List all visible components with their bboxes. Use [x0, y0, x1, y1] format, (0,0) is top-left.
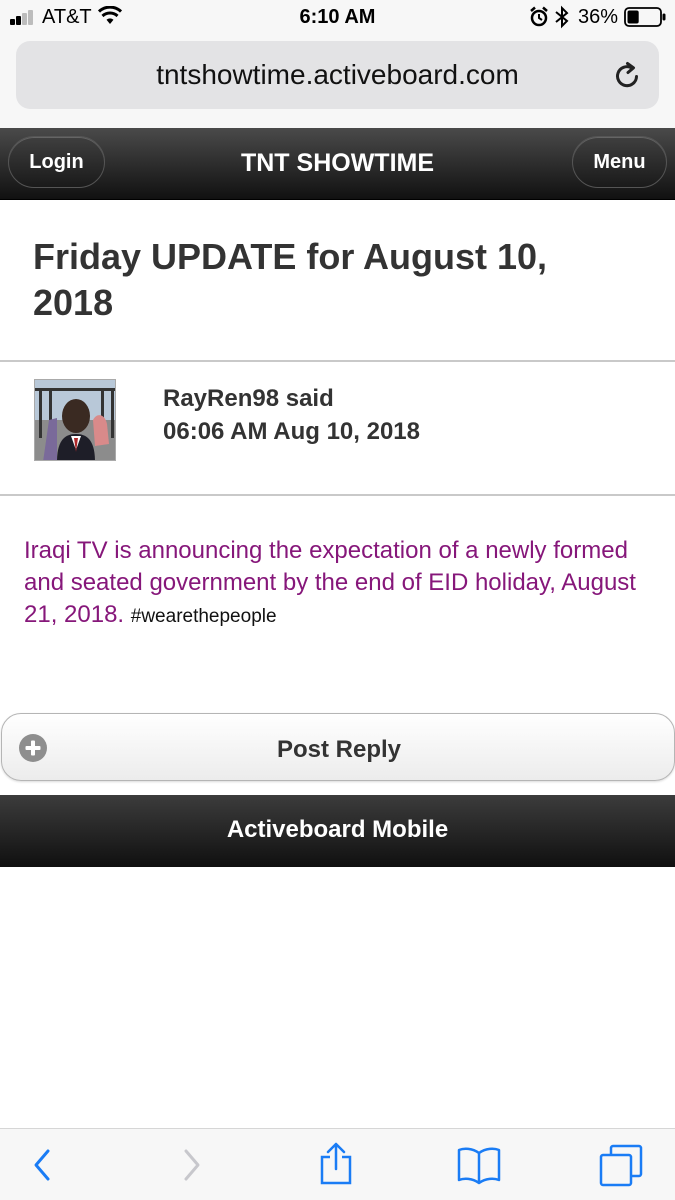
post-body: Iraqi TV is announcing the expectation o… [24, 535, 644, 633]
menu-button[interactable]: Menu [572, 136, 667, 188]
browser-toolbar [0, 1128, 675, 1200]
battery-percentage: 36% [578, 6, 619, 28]
avatar-image [35, 380, 115, 460]
post-reply-button[interactable]: Post Reply [1, 713, 675, 781]
thread-title: Friday UPDATE for August 10, 2018 [33, 236, 548, 323]
battery-icon [624, 7, 666, 27]
status-bar: AT&T 6:10 AM 36% [0, 0, 675, 36]
share-icon[interactable] [318, 1141, 354, 1185]
divider [0, 360, 675, 362]
status-time: 6:10 AM [299, 6, 376, 28]
post-reply-label: Post Reply [276, 736, 402, 763]
book-icon[interactable] [456, 1145, 502, 1185]
browser-address-area: tntshowtime.activeboard.com [0, 36, 675, 128]
chevron-left-icon[interactable] [28, 1147, 56, 1183]
alarm-icon [530, 6, 548, 27]
post-hashtag: #wearethepeople [130, 606, 277, 627]
chevron-right-icon[interactable] [178, 1147, 206, 1183]
avatar[interactable] [34, 379, 116, 461]
post-timestamp: 06:06 AM Aug 10, 2018 [163, 418, 421, 445]
url-text[interactable]: tntshowtime.activeboard.com [16, 59, 659, 91]
post-text: Iraqi TV is announcing the expectation o… [24, 537, 636, 628]
divider [0, 494, 675, 496]
reload-icon[interactable] [612, 61, 642, 91]
address-bar[interactable]: tntshowtime.activeboard.com [16, 41, 659, 109]
site-header: Login TNT SHOWTIME Menu [0, 128, 675, 200]
bluetooth-icon [555, 5, 569, 29]
tabs-icon[interactable] [598, 1143, 644, 1187]
post-author: RayRen98 said [163, 385, 334, 412]
footer-label[interactable]: Activeboard Mobile [0, 816, 675, 844]
site-footer: Activeboard Mobile [0, 795, 675, 867]
page: AT&T 6:10 AM 36% tntshowtime.activeboard… [0, 0, 675, 1200]
